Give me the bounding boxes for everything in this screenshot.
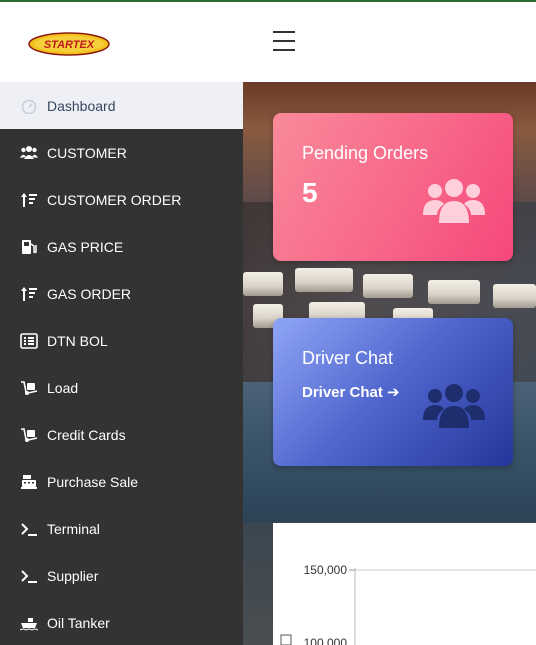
- sidebar-item-label: Credit Cards: [47, 426, 126, 443]
- driver-chat-card[interactable]: Driver Chat Driver Chat ➔: [273, 318, 513, 466]
- sidebar-item-label: GAS PRICE: [47, 238, 124, 255]
- sort-amount-icon: [19, 191, 39, 209]
- users-icon: [423, 179, 485, 223]
- sidebar-item-label: Terminal: [47, 520, 100, 537]
- speedometer-icon: [19, 97, 39, 115]
- gas-pump-icon: [19, 238, 39, 256]
- header: STARTEX: [0, 2, 536, 82]
- sidebar-item-dashboard[interactable]: Dashboard: [0, 82, 243, 129]
- sidebar-item-oil-tanker[interactable]: Oil Tanker: [0, 599, 243, 645]
- ship-icon: [19, 614, 39, 632]
- sidebar: Dashboard CUSTOMER CUSTOMER ORDER GAS PR…: [0, 82, 243, 645]
- users-icon: [423, 384, 485, 428]
- sidebar-item-gas-price[interactable]: GAS PRICE: [0, 223, 243, 270]
- sidebar-item-label: Supplier: [47, 567, 99, 584]
- sort-amount-icon: [19, 285, 39, 303]
- sidebar-item-customer[interactable]: CUSTOMER: [0, 129, 243, 176]
- sidebar-item-label: Purchase Sale: [47, 473, 139, 490]
- startex-logo[interactable]: STARTEX: [28, 30, 110, 58]
- sidebar-item-supplier[interactable]: Supplier: [0, 552, 243, 599]
- cash-register-icon: [19, 473, 39, 491]
- sidebar-item-label: GAS ORDER: [47, 285, 132, 302]
- card-title: Driver Chat: [302, 348, 394, 368]
- sidebar-item-gas-order[interactable]: GAS ORDER: [0, 270, 243, 317]
- sidebar-item-dtn-bol[interactable]: DTN BOL: [0, 317, 243, 364]
- users-icon: [19, 144, 39, 162]
- main-content: Pending Orders 5 Driver Chat Driver Chat…: [243, 82, 536, 645]
- sidebar-item-label: DTN BOL: [47, 332, 108, 349]
- card-title: Pending Orders: [302, 143, 429, 163]
- arrow-right-icon: ➔: [387, 384, 400, 401]
- hamburger-menu-icon[interactable]: [273, 31, 295, 53]
- y-tick-100000: 100,000: [304, 636, 348, 645]
- sidebar-item-label: CUSTOMER ORDER: [47, 191, 182, 208]
- sidebar-item-label: CUSTOMER: [47, 144, 127, 161]
- sidebar-item-terminal[interactable]: Terminal: [0, 505, 243, 552]
- sidebar-item-label: Dashboard: [47, 97, 116, 114]
- terminal-icon: [19, 520, 39, 538]
- driver-chat-link[interactable]: Driver Chat ➔: [302, 383, 400, 401]
- sidebar-item-load[interactable]: Load: [0, 364, 243, 411]
- terminal-icon: [19, 567, 39, 585]
- logo-text: STARTEX: [44, 39, 95, 51]
- dolly-icon: [19, 426, 39, 444]
- chart-panel: 150,000 100,000: [273, 523, 536, 645]
- sidebar-item-label: Load: [47, 379, 79, 396]
- dolly-icon: [19, 379, 39, 397]
- sidebar-item-label: Oil Tanker: [47, 614, 110, 631]
- sidebar-item-customer-order[interactable]: CUSTOMER ORDER: [0, 176, 243, 223]
- sidebar-item-purchase-sale[interactable]: Purchase Sale: [0, 458, 243, 505]
- y-axis-label-fragment: [280, 634, 292, 645]
- y-tick-150000: 150,000: [304, 563, 348, 577]
- pending-orders-card[interactable]: Pending Orders 5: [273, 113, 513, 261]
- driver-chat-link-label: Driver Chat: [302, 384, 383, 401]
- pending-orders-count: 5: [302, 177, 318, 208]
- sidebar-item-credit-cards[interactable]: Credit Cards: [0, 411, 243, 458]
- list-alt-icon: [19, 332, 39, 350]
